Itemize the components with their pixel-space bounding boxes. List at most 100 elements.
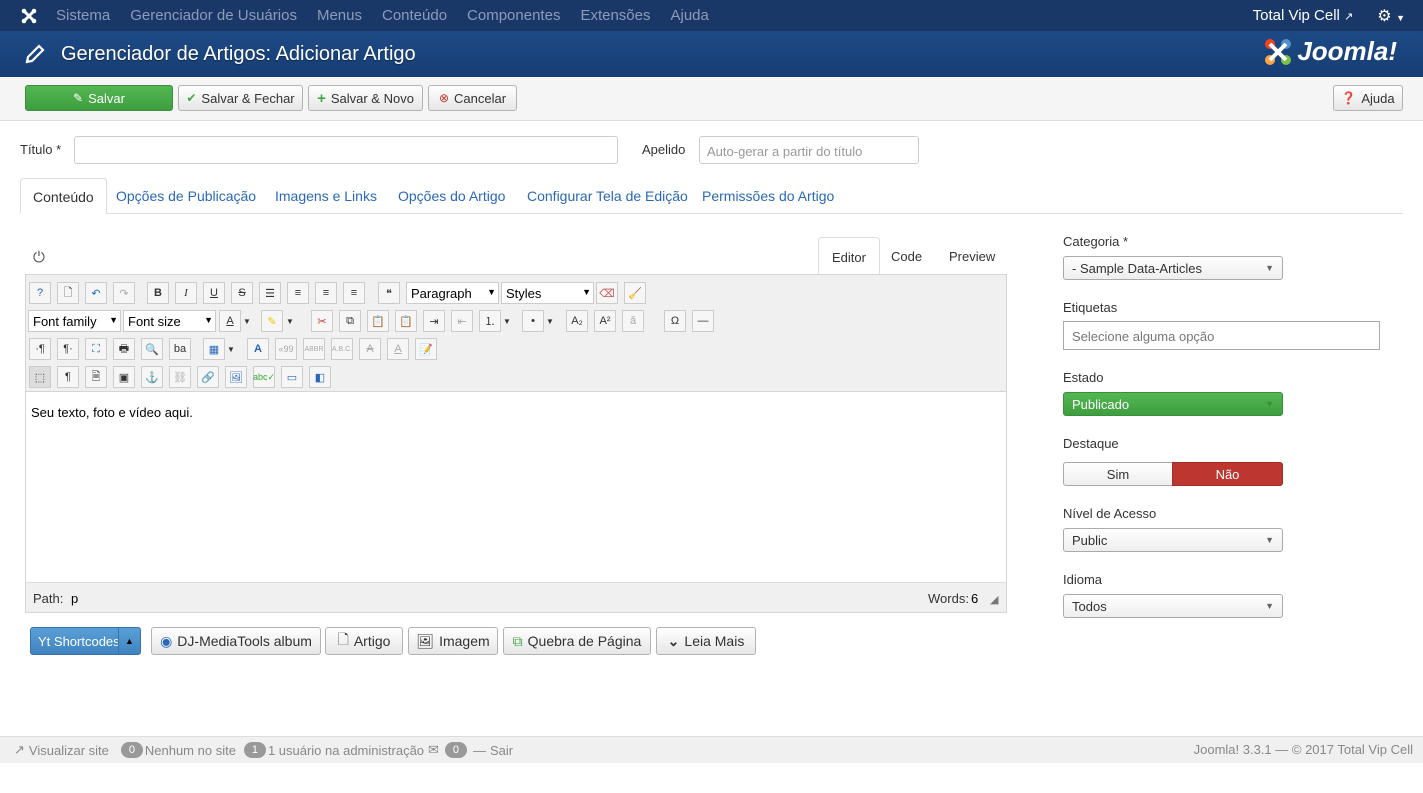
menu-extensoes[interactable]: Extensões bbox=[580, 7, 650, 24]
italic-icon[interactable]: I bbox=[175, 282, 197, 304]
imagem-button[interactable]: 🖼 Imagem bbox=[408, 627, 498, 655]
save-new-button[interactable]: + Salvar & Novo bbox=[308, 85, 423, 111]
menu-conteudo[interactable]: Conteúdo bbox=[382, 7, 447, 24]
style-props-icon[interactable]: A bbox=[247, 338, 269, 360]
insert-mark-icon[interactable]: A bbox=[387, 338, 409, 360]
outdent-icon[interactable]: ⇤ bbox=[451, 310, 473, 332]
bullet-list-icon[interactable]: • bbox=[522, 310, 544, 332]
layer-icon[interactable]: ◧ bbox=[309, 366, 331, 388]
paste-text-icon[interactable]: 📋 bbox=[395, 310, 417, 332]
delete-mark-icon[interactable]: A bbox=[359, 338, 381, 360]
joomla-logo-icon[interactable] bbox=[20, 7, 50, 25]
attributes-icon[interactable]: 📝 bbox=[415, 338, 437, 360]
strikethrough-icon[interactable]: S bbox=[231, 282, 253, 304]
estado-select[interactable]: Publicado ▼ bbox=[1063, 392, 1283, 416]
nivel-select[interactable]: Public ▼ bbox=[1063, 528, 1283, 552]
menu-usuarios[interactable]: Gerenciador de Usuários bbox=[130, 7, 297, 24]
align-justify-icon[interactable]: ☰ bbox=[259, 282, 281, 304]
cancel-button[interactable]: ⊗ Cancelar bbox=[428, 85, 517, 111]
anchor-icon[interactable]: ⚓ bbox=[141, 366, 163, 388]
bold-icon[interactable]: B bbox=[147, 282, 169, 304]
dropdown-arrow-icon[interactable]: ▼ bbox=[544, 310, 556, 332]
character-map-icon[interactable]: ǎ bbox=[622, 310, 644, 332]
eraser-icon[interactable]: ⌫ bbox=[596, 282, 618, 304]
subscript-icon[interactable]: A₂ bbox=[566, 310, 588, 332]
paste-icon[interactable]: 📋 bbox=[367, 310, 389, 332]
abbr-icon[interactable]: ABBR bbox=[303, 338, 325, 360]
undo-icon[interactable]: ↶ bbox=[85, 282, 107, 304]
djmedia-button[interactable]: ◉ DJ-MediaTools album bbox=[151, 627, 321, 655]
resize-handle-icon[interactable]: ◢ bbox=[990, 593, 998, 606]
categoria-select[interactable]: - Sample Data-Articles ▼ bbox=[1063, 256, 1283, 280]
menu-ajuda[interactable]: Ajuda bbox=[671, 7, 709, 24]
blockquote-icon[interactable]: ❝ bbox=[378, 282, 400, 304]
idioma-select[interactable]: Todos ▼ bbox=[1063, 594, 1283, 618]
gear-icon[interactable]: ⚙ ▼ bbox=[1377, 6, 1405, 26]
tab-opcoes-artigo[interactable]: Opções do Artigo bbox=[386, 178, 517, 214]
editor-toggle-icon[interactable]: ⏻ bbox=[33, 249, 45, 266]
tab-editor[interactable]: Editor bbox=[818, 237, 880, 275]
cite-icon[interactable]: «99 bbox=[275, 338, 297, 360]
view-site-link[interactable]: Visualizar site bbox=[29, 743, 109, 758]
indent-icon[interactable]: ⇥ bbox=[423, 310, 445, 332]
new-document-icon[interactable]: 🗋 bbox=[57, 282, 79, 304]
dropdown-arrow-icon[interactable]: ▼ bbox=[225, 338, 237, 360]
align-left-icon[interactable]: ≡ bbox=[315, 282, 337, 304]
tab-imagens[interactable]: Imagens e Links bbox=[263, 178, 389, 214]
omega-icon[interactable]: Ω bbox=[664, 310, 686, 332]
styles-select[interactable]: Styles ▼ bbox=[501, 282, 594, 304]
etiquetas-input[interactable]: Selecione alguma opção bbox=[1063, 321, 1380, 350]
show-blocks-icon[interactable]: ¶ bbox=[57, 366, 79, 388]
redo-icon[interactable]: ↷ bbox=[113, 282, 135, 304]
horizontal-rule-icon[interactable]: — bbox=[692, 310, 714, 332]
menu-componentes[interactable]: Componentes bbox=[467, 7, 560, 24]
save-close-button[interactable]: ✔ Salvar & Fechar bbox=[178, 85, 303, 111]
spellcheck-icon[interactable]: abc✓ bbox=[253, 366, 275, 388]
image-icon[interactable]: 🖼 bbox=[225, 366, 247, 388]
alias-input[interactable]: Auto-gerar a partir do título bbox=[699, 136, 919, 164]
dropdown-arrow-icon[interactable]: ▼ bbox=[241, 310, 253, 332]
help-icon[interactable]: ? bbox=[29, 282, 51, 304]
replace-icon[interactable]: ba bbox=[169, 338, 191, 360]
tab-permissoes[interactable]: Permissões do Artigo bbox=[690, 178, 846, 214]
paragraph-select[interactable]: Paragraph ▼ bbox=[406, 282, 499, 304]
path-value[interactable]: p bbox=[71, 591, 78, 606]
highlight-color-icon[interactable]: ✎ bbox=[261, 310, 283, 332]
print-icon[interactable]: 🖶 bbox=[113, 338, 135, 360]
text-color-icon[interactable]: A bbox=[219, 310, 241, 332]
tab-publicacao[interactable]: Opções de Publicação bbox=[104, 178, 268, 214]
align-right-icon[interactable]: ≡ bbox=[343, 282, 365, 304]
quebra-button[interactable]: ⧉ Quebra de Página bbox=[503, 627, 651, 655]
leia-mais-button[interactable]: ⌄ Leia Mais bbox=[656, 627, 756, 655]
media-icon[interactable]: ▣ bbox=[113, 366, 135, 388]
visual-aid-icon[interactable]: ⬚ bbox=[29, 366, 51, 388]
menu-menus[interactable]: Menus bbox=[317, 7, 362, 24]
site-link[interactable]: Total Vip Cell ↗ bbox=[1253, 7, 1354, 24]
rtl-icon[interactable]: ¶· bbox=[57, 338, 79, 360]
title-input[interactable] bbox=[74, 136, 618, 164]
dropdown-arrow-icon[interactable]: ▼ bbox=[501, 310, 513, 332]
table-icon[interactable]: ▦ bbox=[203, 338, 225, 360]
superscript-icon[interactable]: A² bbox=[594, 310, 616, 332]
dropdown-arrow-icon[interactable]: ▼ bbox=[284, 310, 296, 332]
tab-code[interactable]: Code bbox=[878, 237, 935, 275]
font-size-select[interactable]: Font size ▼ bbox=[123, 310, 216, 332]
tab-preview[interactable]: Preview bbox=[936, 237, 1008, 275]
copy-icon[interactable]: ⧉ bbox=[339, 310, 361, 332]
align-center-icon[interactable]: ≡ bbox=[287, 282, 309, 304]
tab-tela-edicao[interactable]: Configurar Tela de Edição bbox=[515, 178, 700, 214]
cleanup-broom-icon[interactable]: 🧹 bbox=[624, 282, 646, 304]
tab-conteudo[interactable]: Conteúdo bbox=[20, 178, 107, 214]
ltr-icon[interactable]: ·¶ bbox=[29, 338, 51, 360]
menu-sistema[interactable]: Sistema bbox=[56, 7, 110, 24]
shortcodes-button[interactable]: Yt Shortcodes ▲ bbox=[30, 627, 141, 655]
destaque-nao-button[interactable]: Não bbox=[1172, 462, 1283, 486]
numbered-list-icon[interactable]: ⒈ bbox=[479, 310, 501, 332]
pagebreak-icon[interactable]: ▭ bbox=[281, 366, 303, 388]
editor-content[interactable]: Seu texto, foto e vídeo aqui. bbox=[31, 405, 193, 420]
link-icon[interactable]: 🔗 bbox=[197, 366, 219, 388]
save-button[interactable]: ✎ Salvar bbox=[25, 85, 173, 111]
template-icon[interactable]: 🗎 bbox=[85, 366, 107, 388]
unlink-icon[interactable]: ⛓ bbox=[169, 366, 191, 388]
fullscreen-icon[interactable]: ⛶ bbox=[85, 338, 107, 360]
